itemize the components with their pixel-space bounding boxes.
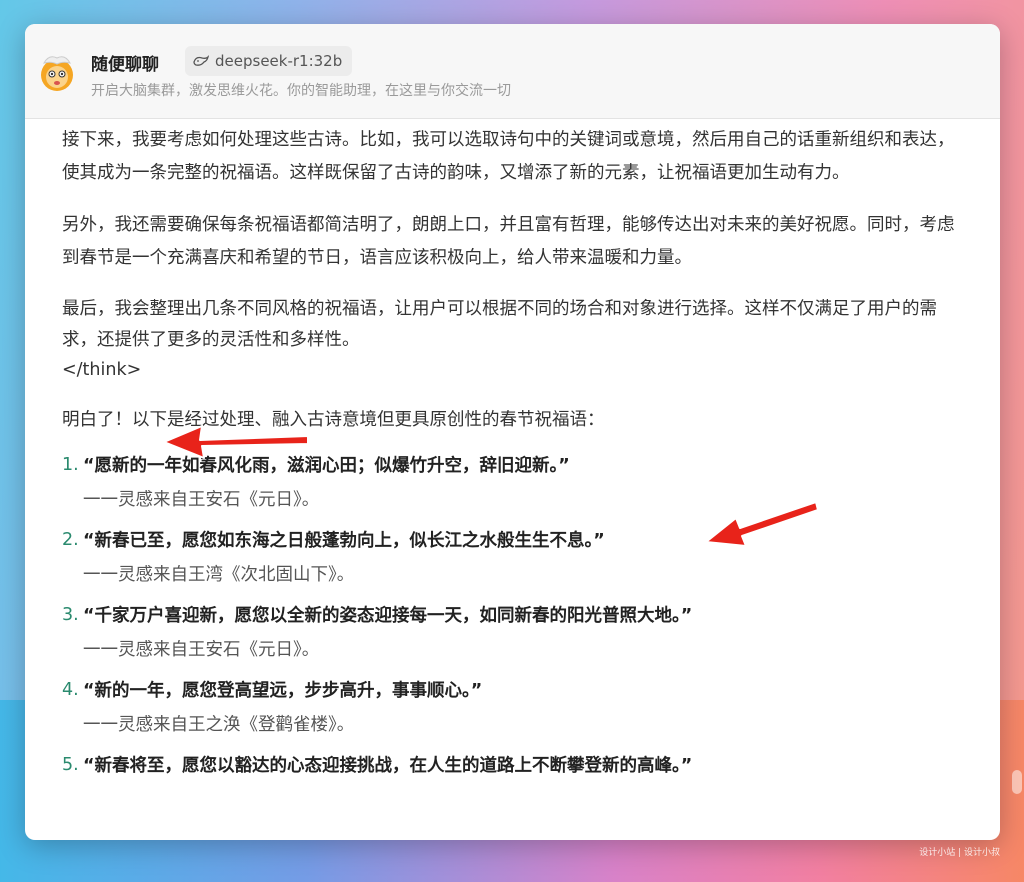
model-selector[interactable]: deepseek-r1:32b <box>185 46 353 76</box>
greeting-quote: “新春将至，愿您以豁达的心态迎接挑战，在人生的道路上不断攀登新的高峰。” <box>83 756 693 776</box>
watermark: 设计小站 | 设计小叔 <box>919 848 1000 858</box>
greeting-quote: “千家万户喜迎新，愿您以全新的姿态迎接每一天，如同新春的阳光普照大地。” <box>83 606 693 626</box>
chat-subtitle: 开启大脑集群，激发思维火花。你的智能助理，在这里与你交流一切 <box>91 83 511 99</box>
annotation-arrow-item1 <box>705 501 819 547</box>
message-content: 接下来，我要考虑如何处理这些古诗。比如，我可以选取诗句中的关键词或意境，然后用自… <box>62 119 967 840</box>
assistant-avatar-icon <box>41 56 73 91</box>
list-number: 3. <box>62 605 79 625</box>
chat-title: 随便聊聊 <box>91 55 159 75</box>
list-item: 3. “千家万户喜迎新，愿您以全新的姿态迎接每一天，如同新春的阳光普照大地。” … <box>62 599 967 667</box>
think-close-tag: </think> <box>62 360 142 380</box>
reasoning-paragraph: 最后，我会整理出几条不同风格的祝福语，让用户可以根据不同的场合和对象进行选择。这… <box>62 299 937 350</box>
greetings-list: 1. “愿新的一年如春风化雨，滋润心田；似爆竹升空，辞旧迎新。” 一一灵感来自王… <box>62 449 967 783</box>
chat-header: 随便聊聊 deepseek-r1:32b 开启大脑集群，激发思维火花。你的智能助… <box>25 24 1000 119</box>
list-number: 1. <box>62 455 79 475</box>
list-item: 5. “新春将至，愿您以豁达的心态迎接挑战，在人生的道路上不断攀登新的高峰。” <box>62 749 967 783</box>
greeting-source: 一一灵感来自王湾《次北固山下》。 <box>83 565 355 585</box>
greeting-quote: “新春已至，愿您如东海之日般蓬勃向上，似长江之水般生生不息。” <box>83 531 605 551</box>
whale-icon <box>193 55 209 66</box>
list-item: 4. “新的一年，愿您登高望远，步步高升，事事顺心。” 一一灵感来自王之涣《登鹳… <box>62 674 967 742</box>
list-number: 5. <box>62 755 79 775</box>
reasoning-paragraph: 接下来，我要考虑如何处理这些古诗。比如，我可以选取诗句中的关键词或意境，然后用自… <box>62 130 955 183</box>
list-number: 2. <box>62 530 79 550</box>
list-number: 4. <box>62 680 79 700</box>
reasoning-paragraph: 另外，我还需要确保每条祝福语都简洁明了，朗朗上口，并且富有哲理，能够传达出对未来… <box>62 215 955 268</box>
model-name: deepseek-r1:32b <box>215 52 343 70</box>
greeting-quote: “新的一年，愿您登高望远，步步高升，事事顺心。” <box>83 681 483 701</box>
scroll-handle[interactable] <box>1012 770 1022 794</box>
greeting-source: 一一灵感来自王之涣《登鹳雀楼》。 <box>83 715 355 735</box>
greeting-source: 一一灵感来自王安石《元日》。 <box>83 490 320 510</box>
list-item: 2. “新春已至，愿您如东海之日般蓬勃向上，似长江之水般生生不息。” 一一灵感来… <box>62 524 967 592</box>
greeting-source: 一一灵感来自王安石《元日》。 <box>83 640 320 660</box>
annotation-arrow-think <box>163 425 309 459</box>
